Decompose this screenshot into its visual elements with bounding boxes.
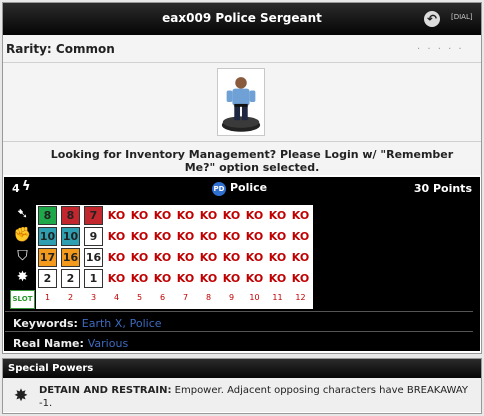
dial-link[interactable]: [DIAL] bbox=[451, 13, 473, 21]
police-team-icon: PD bbox=[212, 182, 226, 196]
dial-cell-damage: 2 bbox=[61, 269, 80, 288]
dial-cell-speed: KO bbox=[268, 209, 287, 222]
dial-cell-damage: 2 bbox=[38, 269, 57, 288]
slot-number: 5 bbox=[136, 293, 143, 302]
dial-cell-defense: KO bbox=[107, 251, 126, 264]
keywords-row: Keywords: Earth X, Police bbox=[5, 311, 473, 331]
rarity-row: Rarity: Common . . . . . bbox=[3, 35, 481, 63]
dial-cell-damage: KO bbox=[130, 272, 149, 285]
slot-label: SLOT bbox=[10, 290, 35, 309]
slot-number: 11 bbox=[272, 293, 283, 302]
burst-icon: ✸ bbox=[13, 386, 29, 406]
dial-cell-defense: KO bbox=[245, 251, 264, 264]
dial-cell-speed: 7 bbox=[84, 206, 103, 225]
dial-cell-speed: KO bbox=[291, 209, 310, 222]
slot-number: 4 bbox=[113, 293, 120, 302]
dial-cell-speed: KO bbox=[199, 209, 218, 222]
dial-cell-speed: 8 bbox=[38, 206, 57, 225]
dial-cell-damage: KO bbox=[176, 272, 195, 285]
boot-icon: ➷ bbox=[16, 206, 29, 222]
dial-cell-attack: 9 bbox=[84, 227, 103, 246]
dial-cell-damage: 1 bbox=[84, 269, 103, 288]
special-power-name: DETAIN AND RESTRAIN: bbox=[39, 385, 172, 396]
dial-cell-damage: KO bbox=[245, 272, 264, 285]
dial-cell-speed: KO bbox=[107, 209, 126, 222]
dial-cell-speed: KO bbox=[176, 209, 195, 222]
police-figure-icon bbox=[221, 77, 261, 132]
dial-cell-defense: KO bbox=[291, 251, 310, 264]
dial-cell-damage: KO bbox=[268, 272, 287, 285]
slot-number: 6 bbox=[159, 293, 166, 302]
keywords-label: Keywords: bbox=[13, 317, 78, 330]
keyword-link[interactable]: Earth X bbox=[82, 317, 123, 330]
slot-number: 1 bbox=[44, 293, 51, 302]
shield-icon: ⛉ bbox=[17, 248, 28, 264]
dial-header: 4 ϟ PD Police 30 Points bbox=[4, 177, 480, 197]
dial-cell-attack: 10 bbox=[61, 227, 80, 246]
dial-cell-attack: KO bbox=[245, 230, 264, 243]
special-power-row: ✸ DETAIN AND RESTRAIN: Empower. Adjacent… bbox=[3, 378, 481, 412]
dial-cell-attack: KO bbox=[268, 230, 287, 243]
dial-cell-attack: KO bbox=[199, 230, 218, 243]
dial-cell-attack: KO bbox=[153, 230, 172, 243]
dial-cell-damage: KO bbox=[222, 272, 241, 285]
dial-cell-speed: KO bbox=[245, 209, 264, 222]
dial-cell-defense: KO bbox=[176, 251, 195, 264]
rarity-label: Rarity: Common bbox=[6, 42, 115, 56]
login-message: Looking for Inventory Management? Please… bbox=[3, 141, 481, 175]
dial-cell-attack: KO bbox=[222, 230, 241, 243]
slot-number: 12 bbox=[295, 293, 306, 302]
point-value: 30 Points bbox=[413, 182, 472, 195]
dial-cell-speed: 8 bbox=[61, 206, 80, 225]
combat-dial-grid: ➷ ✊ ⛉ ✸ 8 8 7 KO KO KO KO KO KO KO KO KO 10 10 9 KO KO KO… bbox=[9, 205, 313, 309]
dial-cell-defense: KO bbox=[153, 251, 172, 264]
dial-cell-attack: KO bbox=[291, 230, 310, 243]
lightning-bolt-icon: ϟ bbox=[22, 179, 31, 194]
dial-cell-speed: KO bbox=[222, 209, 241, 222]
slot-number: 9 bbox=[228, 293, 235, 302]
dial-cell-attack: KO bbox=[130, 230, 149, 243]
figure-image[interactable] bbox=[217, 68, 265, 136]
slot-number: 7 bbox=[182, 293, 189, 302]
dial-cell-speed: KO bbox=[153, 209, 172, 222]
dial-cell-defense: KO bbox=[222, 251, 241, 264]
dial-cell-damage: KO bbox=[291, 272, 310, 285]
dial-cell-defense: KO bbox=[268, 251, 287, 264]
rating-dots[interactable]: . . . . . bbox=[417, 41, 464, 52]
real-name-label: Real Name: bbox=[13, 337, 84, 350]
burst-icon: ✸ bbox=[16, 269, 29, 285]
special-powers-panel: Special Powers ✸ DETAIN AND RESTRAIN: Em… bbox=[2, 358, 482, 414]
image-area bbox=[3, 63, 481, 141]
slot-number: 2 bbox=[67, 293, 74, 302]
dial-cell-speed: KO bbox=[130, 209, 149, 222]
title-bar: eax009 Police Sergeant ↶ [DIAL] bbox=[3, 3, 481, 35]
dial-cell-attack: 10 bbox=[38, 227, 57, 246]
dial-cell-attack: KO bbox=[107, 230, 126, 243]
dial-cell-damage: KO bbox=[199, 272, 218, 285]
character-title: eax009 Police Sergeant bbox=[162, 11, 322, 25]
dial-cell-defense: 16 bbox=[84, 248, 103, 267]
fist-icon: ✊ bbox=[13, 227, 32, 243]
real-name-row: Real Name: Various bbox=[5, 331, 473, 351]
dial-cell-defense: KO bbox=[199, 251, 218, 264]
dial-panel: 4 ϟ PD Police 30 Points ➷ ✊ ⛉ ✸ 8 8 7 KO KO K… bbox=[4, 177, 480, 351]
range-value: 4 bbox=[12, 182, 20, 195]
slot-number: 3 bbox=[90, 293, 97, 302]
slot-number: 8 bbox=[205, 293, 212, 302]
dial-cell-defense: 16 bbox=[61, 248, 80, 267]
slot-number: 10 bbox=[249, 293, 260, 302]
special-powers-header: Special Powers bbox=[3, 359, 481, 378]
real-name-link[interactable]: Various bbox=[88, 337, 128, 350]
dial-cell-attack: KO bbox=[176, 230, 195, 243]
dial-cell-damage: KO bbox=[153, 272, 172, 285]
dial-cell-defense: 17 bbox=[38, 248, 57, 267]
team-name: Police bbox=[230, 181, 268, 194]
character-card: eax009 Police Sergeant ↶ [DIAL] Rarity: … bbox=[2, 2, 482, 354]
keyword-link[interactable]: Police bbox=[130, 317, 162, 330]
dial-cell-defense: KO bbox=[130, 251, 149, 264]
back-icon[interactable]: ↶ bbox=[424, 11, 440, 27]
dial-cell-damage: KO bbox=[107, 272, 126, 285]
